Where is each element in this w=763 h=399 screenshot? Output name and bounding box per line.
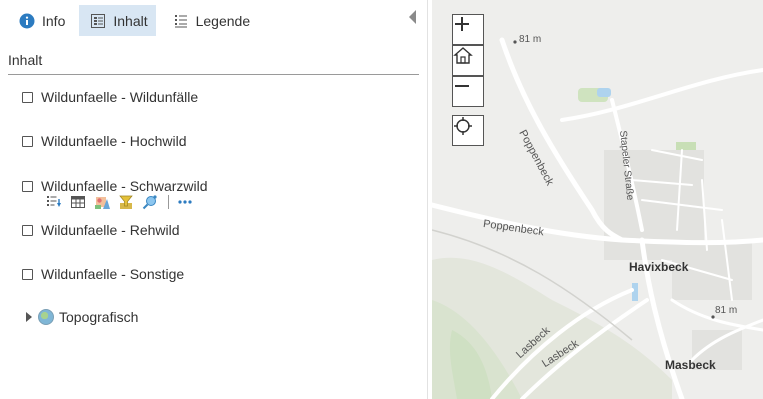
layer-checkbox[interactable]	[22, 224, 33, 236]
layer-label: Wildunfaelle - Sonstige	[41, 266, 185, 282]
town-label: Masbeck	[665, 358, 716, 372]
tab-inhalt[interactable]: Inhalt	[79, 5, 156, 36]
change-style-icon[interactable]	[94, 194, 110, 210]
zoom-in-icon	[455, 17, 469, 31]
town-label: Havixbeck	[629, 260, 689, 274]
elevation-label: 81 m	[715, 305, 738, 316]
content-icon	[89, 12, 107, 30]
map-view[interactable]: 81 m 81 m Poppenbeck Stapeler Straße Pop…	[432, 0, 763, 399]
layer-label: Wildunfaelle - Schwarzwild	[41, 178, 208, 194]
layer-item[interactable]: Wildunfaelle - Sonstige	[22, 266, 184, 282]
home-icon	[453, 47, 473, 64]
collapse-left-icon	[409, 10, 416, 24]
table-icon[interactable]	[70, 194, 86, 210]
layer-label: Wildunfaelle - Wildunfälle	[41, 89, 199, 105]
tab-info[interactable]: Info	[8, 5, 73, 36]
zoom-out-icon	[455, 85, 469, 87]
collapse-panel-button[interactable]	[408, 10, 418, 24]
tab-bar: Info Inhalt Legende	[8, 5, 264, 36]
locate-button[interactable]	[452, 115, 484, 146]
layer-item[interactable]: Wildunfaelle - Rehwild	[22, 222, 180, 238]
layer-checkbox[interactable]	[22, 180, 33, 192]
basemap-globe-icon	[38, 309, 54, 325]
zoom-out-button[interactable]	[452, 76, 484, 107]
section-divider	[8, 74, 419, 75]
layer-label: Wildunfaelle - Rehwild	[41, 222, 180, 238]
tab-inhalt-label: Inhalt	[113, 12, 148, 29]
show-legend-icon[interactable]	[46, 194, 62, 210]
more-options-icon[interactable]	[177, 194, 193, 210]
legend-icon	[172, 12, 190, 30]
filter-icon[interactable]	[118, 194, 134, 210]
layer-item[interactable]: Wildunfaelle - Schwarzwild	[22, 178, 208, 194]
layer-checkbox[interactable]	[22, 135, 33, 147]
expand-arrow-icon[interactable]	[26, 312, 32, 322]
layer-checkbox[interactable]	[22, 91, 33, 103]
section-title: Inhalt	[8, 52, 43, 68]
layer-toolbar	[46, 194, 201, 210]
layer-label: Wildunfaelle - Hochwild	[41, 133, 187, 149]
layer-checkbox[interactable]	[22, 268, 33, 280]
layer-item[interactable]: Wildunfaelle - Wildunfälle	[22, 89, 198, 105]
basemap-label: Topografisch	[59, 309, 139, 325]
elevation-label: 81 m	[519, 34, 542, 45]
basemap-item[interactable]: Topografisch	[26, 309, 138, 325]
locate-icon	[454, 117, 472, 135]
zoom-in-button[interactable]	[452, 14, 484, 45]
content-panel: Info Inhalt Legende Inhalt Wildunfaelle …	[0, 0, 428, 399]
toolbar-separator	[168, 195, 169, 209]
tab-legende-label: Legende	[195, 12, 251, 29]
layer-item[interactable]: Wildunfaelle - Hochwild	[22, 133, 187, 149]
tab-legende[interactable]: Legende	[162, 5, 259, 36]
tab-info-label: Info	[42, 12, 66, 29]
analysis-icon[interactable]	[142, 194, 158, 210]
info-icon	[18, 12, 36, 30]
home-button[interactable]	[452, 45, 484, 76]
